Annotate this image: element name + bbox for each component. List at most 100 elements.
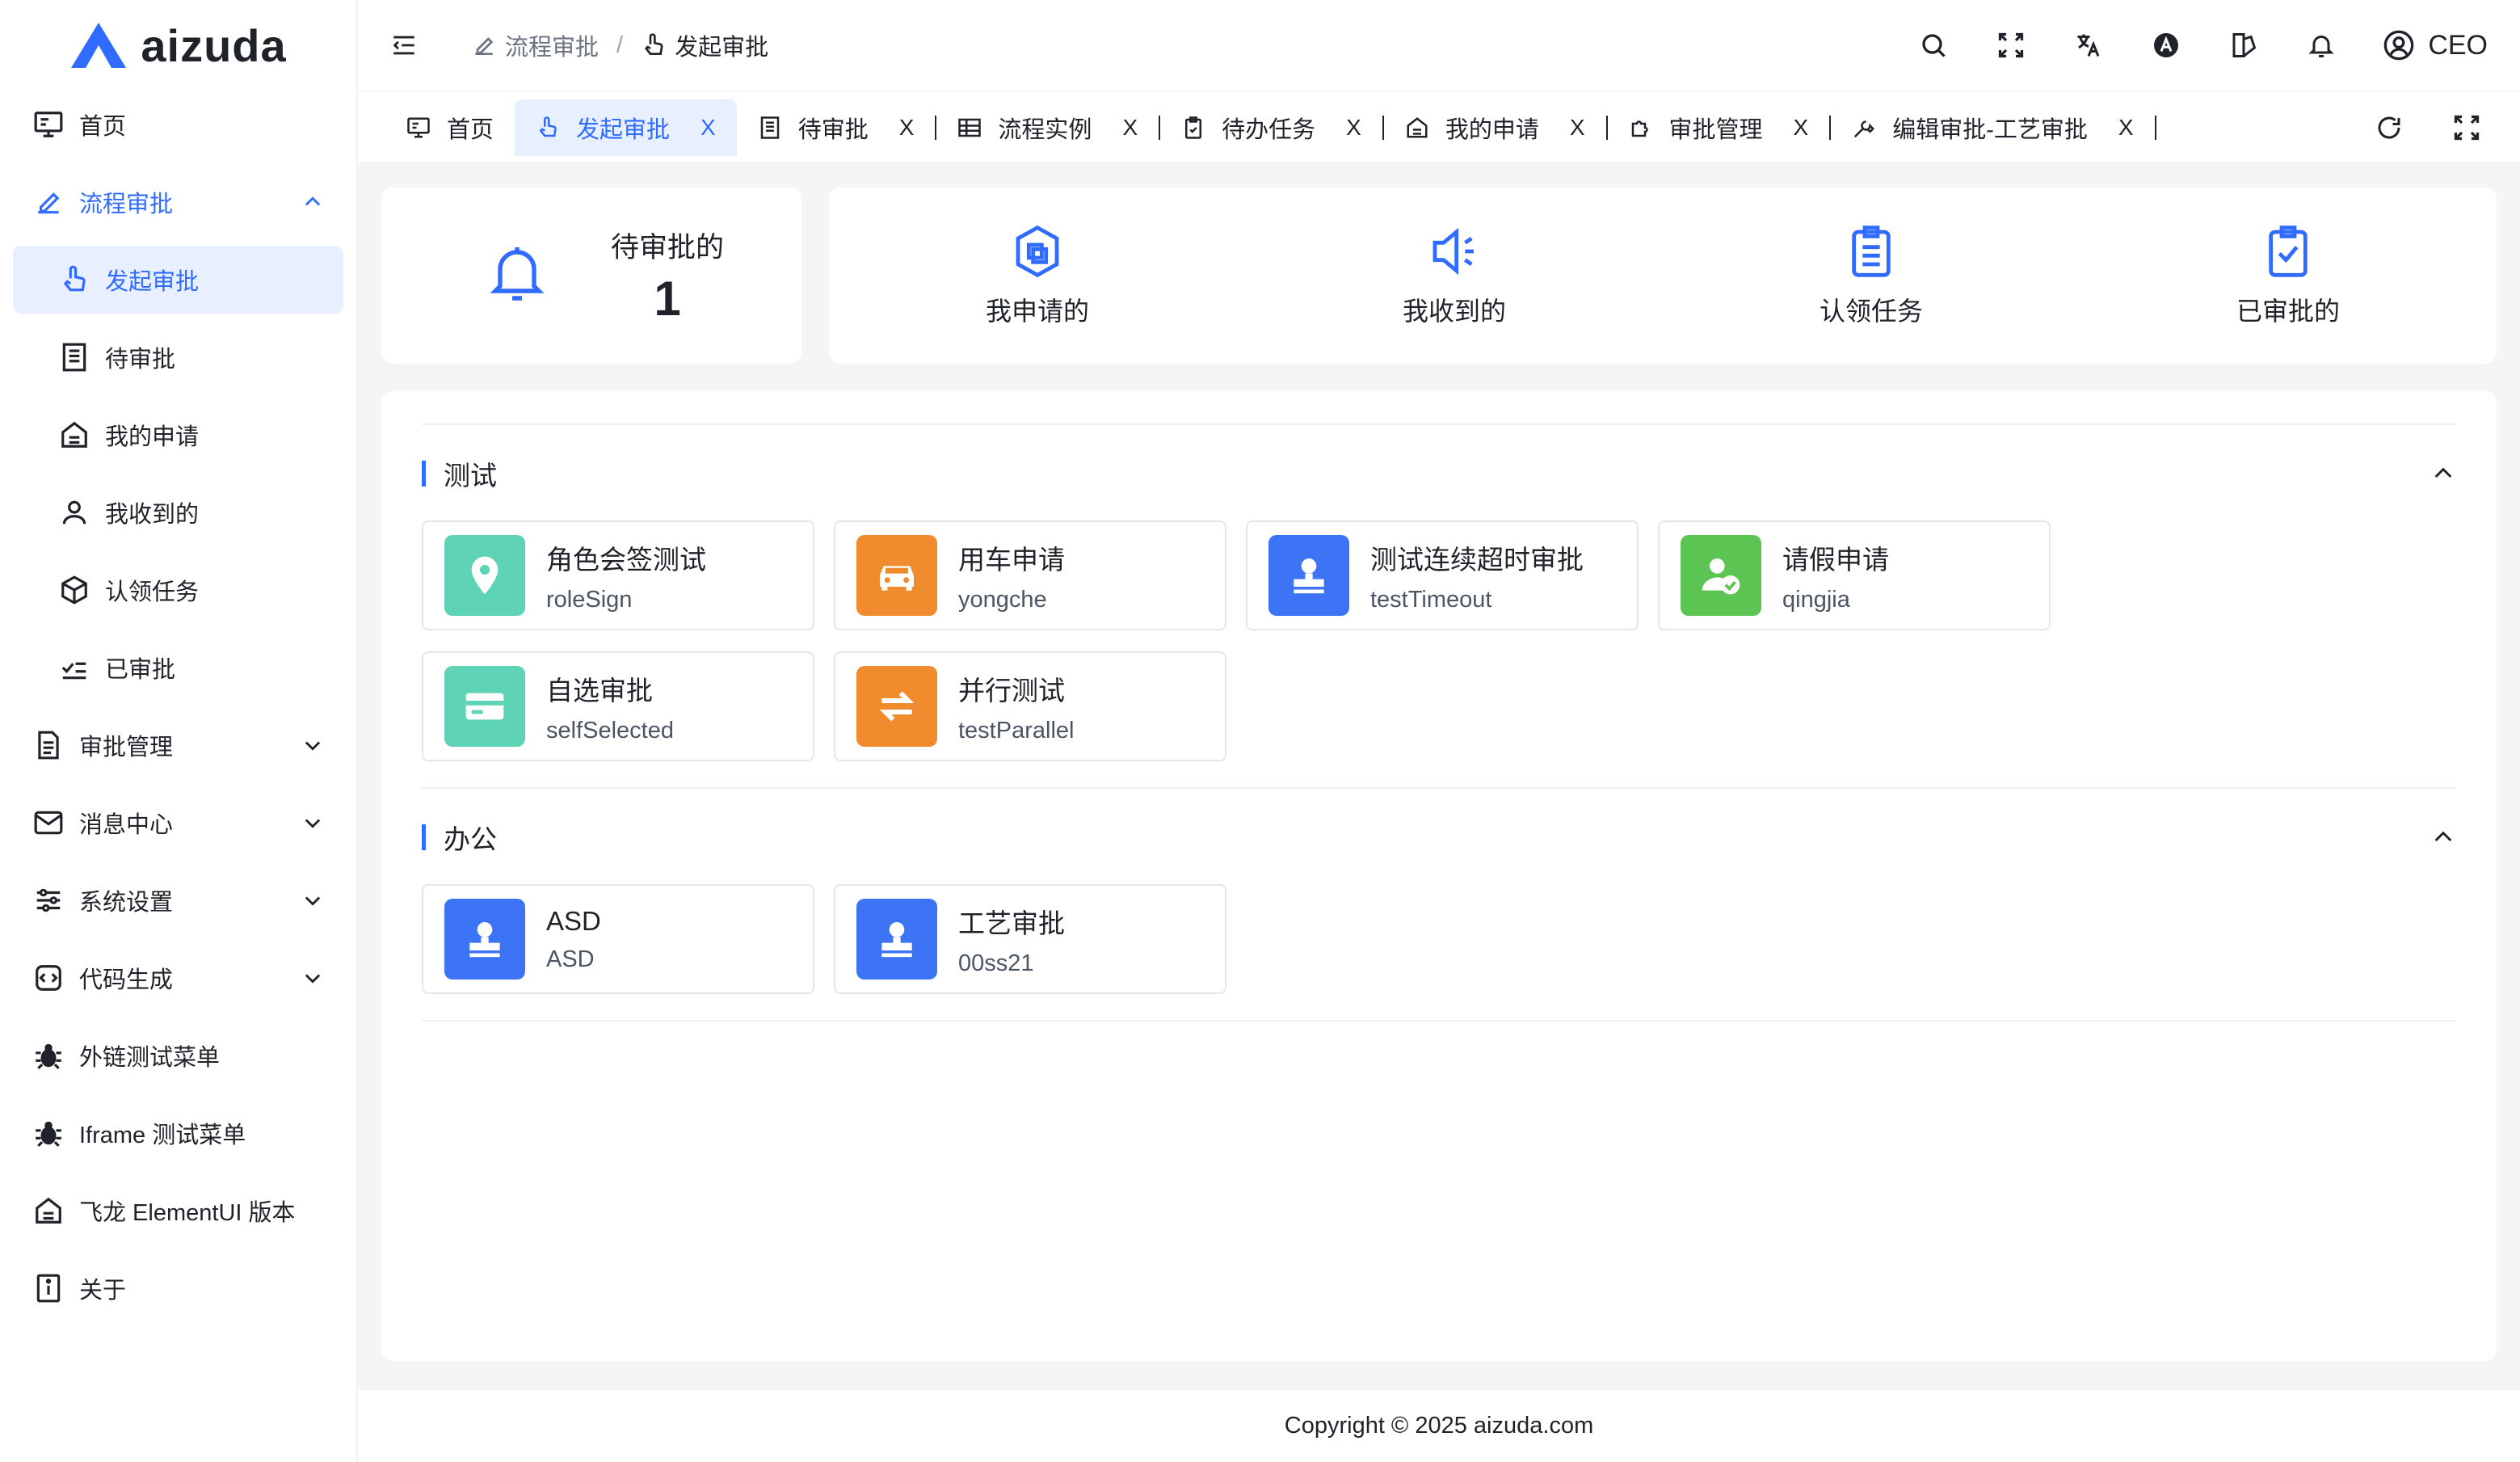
search-icon[interactable] [1917,29,1950,61]
process-name: 并行测试 [958,675,1065,706]
user-menu[interactable]: CEO [2383,29,2488,61]
sidebar-item-messages[interactable]: 消息中心 [13,789,343,857]
sidebar-item-my-requests[interactable]: 我的申请 [13,401,343,469]
bug-icon [32,1039,65,1072]
cube-icon [1016,225,1059,278]
process-item[interactable]: 用车申请 yongche [834,520,1226,630]
quick-link-received[interactable]: 我收到的 [1333,223,1576,328]
table-icon [957,115,983,141]
collapse-sidebar-icon[interactable] [390,29,423,61]
tab-process-instances[interactable]: 流程实例 X [936,99,1159,156]
user-icon [58,496,90,529]
sidebar-item-iframe[interactable]: Iframe 测试菜单 [13,1099,343,1167]
document-list-icon [758,115,784,141]
monitor-icon [406,115,432,141]
tab-approval-mgmt[interactable]: 审批管理 X [1608,99,1830,156]
tab-close-button[interactable]: X [899,115,915,141]
process-name: 用车申请 [958,544,1065,575]
quick-link-approved[interactable]: 已审批的 [2167,223,2409,328]
tab-close-button[interactable]: X [700,115,716,141]
footer: Copyright © 2025 aizuda.com [358,1390,2520,1462]
chevron-down-icon [305,819,321,828]
font-style-icon[interactable] [2150,29,2182,61]
tab-close-button[interactable]: X [1122,115,1138,141]
process-list-card: 测试 角色会签测试 roleSign 用车申请 yongche 测试连续超时审批 te… [381,391,2497,1361]
maximize-icon[interactable] [2451,112,2483,144]
sidebar-item-home[interactable]: 首页 [13,91,343,158]
quick-link-my-requests[interactable]: 我申请的 [916,223,1159,328]
sidebar-item-start-approval[interactable]: 发起审批 [13,246,343,314]
process-name: 角色会签测试 [546,544,706,575]
fullscreen-icon[interactable] [1995,29,2027,61]
process-item[interactable]: 自选审批 selfSelected [422,651,814,761]
box-icon [58,574,90,606]
clipboard-check-icon [2269,225,2308,277]
tab-start-approval[interactable]: 发起审批 X [515,99,737,156]
sidebar-item-label: 我收到的 [105,502,200,528]
refresh-icon[interactable] [2373,112,2405,144]
tab-pending[interactable]: 待审批 X [737,99,936,156]
divider [422,1020,2456,1022]
tab-close-button[interactable]: X [1794,115,1809,141]
group-title: 测试 [444,461,497,491]
group-header[interactable]: 办公 [422,819,2456,855]
sidebar-item-received[interactable]: 我收到的 [13,478,343,546]
process-code: ASD [546,946,595,972]
clipboard-icon [1181,115,1207,141]
main-content: 待审批的 1 我申请的 我收到的 认领任务 已审批的 测试 角色会签测试 rol… [381,187,2497,1361]
user-check-icon [1681,535,1761,616]
chevron-up-icon[interactable] [2430,461,2456,487]
edit-pen-icon [32,186,65,218]
sidebar-item-about[interactable]: 关于 [13,1254,343,1322]
process-item[interactable]: ASD ASD [422,884,814,994]
tab-close-button[interactable]: X [2118,115,2134,141]
process-name: 请假申请 [1782,544,1889,575]
tab-todo-tasks[interactable]: 待办任务 X [1160,99,1382,156]
chevron-down-icon [305,741,321,751]
sidebar-item-external-link[interactable]: 外链测试菜单 [13,1022,343,1089]
sidebar-item-elementui[interactable]: 飞龙 ElementUI 版本 [13,1177,343,1245]
tab-close-button[interactable]: X [1346,115,1361,141]
sidebar-item-approved[interactable]: 已审批 [13,634,343,702]
aizuda-logo-icon [71,23,127,68]
process-item[interactable]: 角色会签测试 roleSign [422,520,814,630]
tab-edit-approval[interactable]: 编辑审批-工艺审批 X [1831,99,2154,156]
chevron-up-icon[interactable] [2430,824,2456,850]
sidebar-item-label: 我的申请 [105,424,200,450]
sidebar-item-workflow[interactable]: 流程审批 [13,168,343,236]
house-doc-icon [32,1194,65,1227]
sidebar-item-codegen[interactable]: 代码生成 [13,944,343,1012]
translate-icon[interactable] [2072,29,2105,61]
clipboard-list-icon [1852,225,1891,277]
theme-icon[interactable] [2228,29,2260,61]
process-code: testParallel [958,717,1075,744]
quick-link-claim-tasks[interactable]: 认领任务 [1750,223,1992,328]
process-group-office: 办公 ASD ASD 工艺审批 00ss21 [422,787,2456,1020]
location-pin-icon [444,535,525,616]
sidebar-item-label: 首页 [79,114,127,140]
brand-logo[interactable]: aizuda [0,0,356,91]
sidebar-item-pending[interactable]: 待审批 [13,323,343,391]
chevron-down-icon [305,896,321,906]
sidebar-item-approval-mgmt[interactable]: 审批管理 [13,711,343,779]
bell-icon[interactable] [2305,29,2337,61]
process-item[interactable]: 测试连续超时审批 testTimeout [1246,520,1639,630]
tab-close-button[interactable]: X [1570,115,1585,141]
pending-approvals-card[interactable]: 待审批的 1 [381,187,801,364]
tab-home[interactable]: 首页 [385,99,515,156]
process-code: yongche [958,586,1047,613]
stamp-icon [1268,535,1349,616]
tab-my-requests[interactable]: 我的申请 X [1384,99,1606,156]
breadcrumb-item-current: 发起审批 [641,28,768,62]
checklist-icon [58,651,90,684]
process-code: testTimeout [1370,586,1492,613]
process-code: 00ss21 [958,950,1034,976]
sidebar-item-claim-tasks[interactable]: 认领任务 [13,556,343,624]
process-item[interactable]: 并行测试 testParallel [834,651,1226,761]
sidebar-item-settings[interactable]: 系统设置 [13,866,343,934]
breadcrumb-item-workflow[interactable]: 流程审批 [471,28,599,62]
process-item[interactable]: 工艺审批 00ss21 [834,884,1226,994]
swap-icon [856,666,937,747]
group-header[interactable]: 测试 [422,456,2456,491]
process-item[interactable]: 请假申请 qingjia [1658,520,2051,630]
